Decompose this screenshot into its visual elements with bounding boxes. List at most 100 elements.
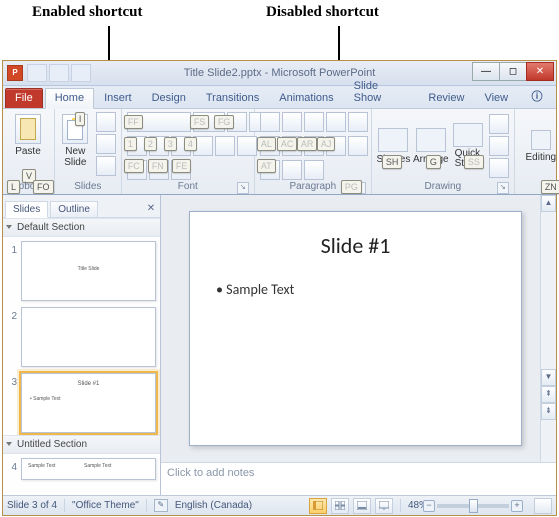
minimize-button[interactable]: — — [472, 62, 500, 81]
prev-slide-button[interactable]: ⇞ — [541, 386, 556, 403]
section-default[interactable]: Default Section — [3, 218, 160, 237]
drawing-dialog-launcher[interactable]: ↘ — [497, 182, 509, 194]
scroll-up-button[interactable]: ▲ — [541, 195, 556, 212]
columns-button[interactable] — [348, 136, 368, 156]
scroll-down-button[interactable]: ▼ — [541, 369, 556, 386]
slide-body[interactable]: • Sample Text — [216, 281, 521, 298]
view-slideshow-button[interactable] — [375, 498, 393, 514]
tab-slideshow[interactable]: Slide Show — [344, 76, 419, 108]
thumb-num-4: 4 — [7, 458, 17, 473]
panel-tab-slides[interactable]: Slides — [5, 201, 48, 218]
new-slide-button[interactable]: New Slide I — [59, 111, 92, 181]
keytip-ac: AC — [277, 137, 298, 151]
keytip-zn: ZN — [541, 180, 559, 194]
notes-pane[interactable]: Click to add notes — [161, 462, 556, 495]
section-untitled[interactable]: Untitled Section — [3, 435, 160, 454]
numbering-button[interactable] — [282, 112, 302, 132]
keytip-fs: FS — [190, 115, 210, 129]
thumb-1-title: Title Slide — [22, 266, 155, 272]
thumb-row-1[interactable]: 1 Title Slide — [3, 237, 160, 303]
char-spacing-button[interactable] — [237, 136, 257, 156]
thumb-4[interactable]: Sample Text Sample Text — [21, 458, 156, 480]
thumb-row-3[interactable]: 3 Slide #1 • Sample Text — [3, 369, 160, 435]
ribbon-tabs: File Home Insert Design Transitions Anim… — [3, 86, 556, 109]
keytip-ff: FF — [124, 115, 143, 129]
bullets-button[interactable] — [260, 112, 280, 132]
slide-reset-button[interactable] — [96, 134, 116, 154]
paste-label: Paste — [15, 146, 41, 157]
shadow-button[interactable] — [215, 136, 235, 156]
align-text-button[interactable] — [282, 160, 302, 180]
font-dialog-launcher[interactable]: ↘ — [237, 182, 249, 194]
tab-review[interactable]: Review — [418, 88, 474, 108]
slides-panel: Slides Outline ✕ Default Section 1 Title… — [3, 195, 161, 495]
tab-home[interactable]: Home — [45, 88, 94, 109]
slide[interactable]: Slide #1 • Sample Text — [189, 211, 522, 446]
app-icon[interactable]: P — [7, 65, 23, 81]
view-reading-button[interactable] — [353, 498, 371, 514]
panel-close-button[interactable]: ✕ — [144, 203, 158, 217]
shape-effects-button[interactable] — [489, 158, 509, 178]
paste-button[interactable]: Paste V — [7, 111, 49, 181]
keytip-aj: AJ — [317, 137, 336, 151]
zoom-thumb[interactable] — [469, 499, 478, 513]
tab-design[interactable]: Design — [142, 88, 196, 108]
slide-layout-button[interactable] — [96, 112, 116, 132]
slide-title[interactable]: Slide #1 — [190, 232, 521, 259]
status-theme: "Office Theme" — [72, 500, 139, 511]
view-sorter-button[interactable] — [331, 498, 349, 514]
status-language[interactable]: English (Canada) — [175, 500, 252, 511]
status-slide-pos: Slide 3 of 4 — [7, 500, 57, 511]
increase-indent-button[interactable] — [326, 112, 346, 132]
close-button[interactable]: ✕ — [526, 62, 554, 81]
thumbnails-list[interactable]: Default Section 1 Title Slide 2 3 — [3, 218, 160, 495]
thumb-3-title: Slide #1 — [22, 381, 155, 387]
thumb-num-2: 2 — [7, 307, 17, 322]
slide-section-button[interactable] — [96, 156, 116, 176]
tab-view[interactable]: View — [474, 88, 518, 108]
thumb-3[interactable]: Slide #1 • Sample Text — [21, 373, 156, 433]
new-slide-label: New Slide — [64, 146, 86, 168]
fit-to-window-button[interactable] — [534, 498, 552, 514]
paste-icon — [15, 114, 41, 144]
qat-redo-button[interactable] — [71, 64, 91, 82]
thumb-row-4[interactable]: 4 Sample Text Sample Text — [3, 454, 160, 480]
qat-undo-button[interactable] — [49, 64, 69, 82]
view-normal-button[interactable] — [309, 498, 327, 514]
decrease-indent-button[interactable] — [304, 112, 324, 132]
spellcheck-icon[interactable]: ✎ — [154, 499, 168, 512]
thumb-1[interactable]: Title Slide — [21, 241, 156, 301]
shape-outline-button[interactable] — [489, 136, 509, 156]
keytip-slides-l: L — [7, 180, 20, 194]
vertical-scrollbar[interactable]: ▲ ▼ ⇞ ⇟ — [540, 195, 556, 462]
keytip-pg: PG — [341, 180, 362, 194]
panel-tab-outline[interactable]: Outline — [50, 201, 98, 217]
shape-fill-button[interactable] — [489, 114, 509, 134]
tab-animations[interactable]: Animations — [269, 88, 343, 108]
tab-file[interactable]: File — [5, 88, 43, 108]
tab-insert[interactable]: Insert — [94, 88, 142, 108]
ribbon: Paste V Clipboard↘ FO New Slide I — [3, 109, 556, 196]
thumb-num-3: 3 — [7, 373, 17, 388]
thumb-2[interactable] — [21, 307, 156, 367]
tab-transitions[interactable]: Transitions — [196, 88, 269, 108]
thumb-4-l2: Sample Text — [84, 463, 111, 469]
find-icon — [531, 130, 551, 150]
next-slide-button[interactable]: ⇟ — [541, 403, 556, 420]
keytip-1: 1 — [124, 137, 137, 151]
thumb-row-2[interactable]: 2 — [3, 303, 160, 369]
smartart-button[interactable] — [304, 160, 324, 180]
group-slides: New Slide I Slides L — [55, 109, 122, 195]
maximize-button[interactable]: ◻ — [499, 62, 527, 81]
group-font-label: Font↘ — [126, 181, 250, 195]
qat-save-button[interactable] — [27, 64, 47, 82]
help-button[interactable]: ⓘ — [518, 84, 556, 108]
zoom-slider[interactable] — [437, 504, 509, 508]
keytip-at: AT — [257, 159, 276, 173]
editing-button[interactable]: Editing — [519, 130, 559, 163]
group-drawing-label: Drawing↘ — [376, 181, 510, 195]
line-spacing-button[interactable] — [348, 112, 368, 132]
keytip-al: AL — [257, 137, 276, 151]
annotation-disabled: Disabled shortcut — [266, 4, 379, 21]
group-slides-label: Slides — [59, 181, 117, 195]
